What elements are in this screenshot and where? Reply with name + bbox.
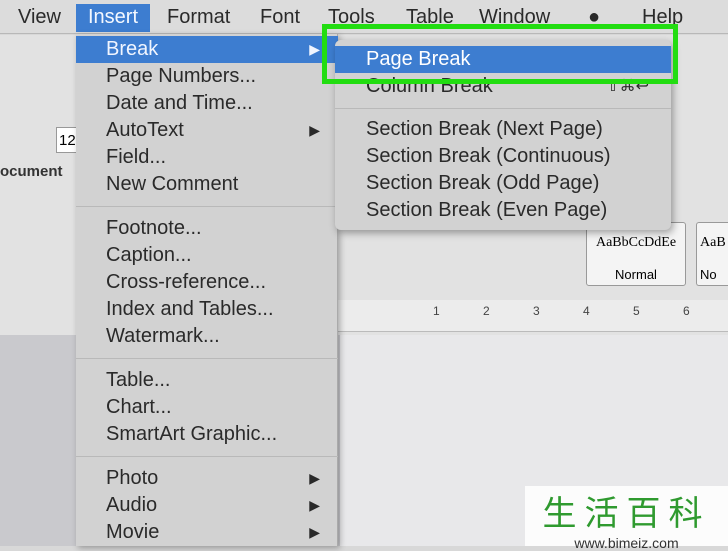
style-normal[interactable]: AaBbCcDdEe Normal — [586, 222, 686, 286]
menu-item-label: Date and Time... — [106, 92, 253, 114]
menu-item-chart[interactable]: Chart... — [76, 394, 338, 421]
submenu-item-label: Section Break (Continuous) — [366, 145, 611, 167]
menu-item-label: SmartArt Graphic... — [106, 423, 278, 445]
menu-item-field[interactable]: Field... — [76, 144, 338, 171]
menu-item-new-comment[interactable]: New Comment — [76, 171, 338, 198]
menu-item-break[interactable]: Break ▶ — [76, 36, 338, 63]
insert-menu: Break ▶ Page Numbers... Date and Time... Aut… — [76, 34, 338, 546]
submenu-item-section-break-even-page[interactable]: Section Break (Even Page) — [335, 197, 671, 224]
submenu-arrow-icon: ▶ — [309, 497, 320, 513]
menu-item-label: New Comment — [106, 173, 239, 195]
menu-item-label: AutoText — [106, 119, 184, 141]
ruler-tick-label: 3 — [533, 304, 540, 318]
menu-item-label: Cross-reference... — [106, 271, 267, 293]
menu-item-label: Caption... — [106, 244, 192, 266]
submenu-item-section-break-odd-page[interactable]: Section Break (Odd Page) — [335, 170, 671, 197]
menu-item-label: Watermark... — [106, 325, 220, 347]
menu-format[interactable]: Format — [155, 4, 242, 32]
menu-item-label: Index and Tables... — [106, 298, 274, 320]
menu-view[interactable]: View — [6, 4, 73, 32]
menu-item-page-numbers[interactable]: Page Numbers... — [76, 63, 338, 90]
menu-item-label: Field... — [106, 146, 167, 168]
menu-item-cross-reference[interactable]: Cross-reference... — [76, 269, 338, 296]
menu-item-movie[interactable]: Movie ▶ — [76, 519, 338, 546]
submenu-item-section-break-next-page[interactable]: Section Break (Next Page) — [335, 116, 671, 143]
submenu-arrow-icon: ▶ — [309, 524, 320, 540]
style-name: No — [700, 267, 717, 282]
submenu-item-label: Section Break (Odd Page) — [366, 172, 600, 194]
watermark-title: 生活百科 — [542, 495, 711, 533]
submenu-arrow-icon: ▶ — [309, 41, 320, 57]
sidebar-document-label: ocument — [0, 163, 63, 180]
ruler-tick-label: 5 — [633, 304, 640, 318]
menu-item-label: Footnote... — [106, 217, 202, 239]
menu-insert[interactable]: Insert — [76, 4, 151, 32]
ruler-tick-label: 6 — [683, 304, 690, 318]
menu-separator — [76, 206, 338, 207]
submenu-item-label: Section Break (Even Page) — [366, 199, 608, 221]
style-no-spacing[interactable]: AaB No — [696, 222, 728, 286]
menu-separator — [335, 108, 671, 109]
menu-item-label: Table... — [106, 369, 171, 391]
menu-item-smartart-graphic[interactable]: SmartArt Graphic... — [76, 421, 338, 448]
menu-item-index-and-tables[interactable]: Index and Tables... — [76, 296, 338, 323]
menu-font[interactable]: Font — [248, 4, 312, 32]
menu-item-label: Page Numbers... — [106, 65, 257, 87]
watermark-url: www.bimeiz.com — [574, 535, 679, 551]
menu-item-label: Chart... — [106, 396, 172, 418]
menu-item-autotext[interactable]: AutoText ▶ — [76, 117, 338, 144]
menu-item-label: Audio — [106, 494, 158, 516]
menu-item-watermark[interactable]: Watermark... — [76, 323, 338, 350]
style-preview: AaB — [700, 235, 726, 250]
menu-item-photo[interactable]: Photo ▶ — [76, 465, 338, 492]
submenu-item-section-break-continuous[interactable]: Section Break (Continuous) — [335, 143, 671, 170]
style-preview: AaBbCcDdEe — [595, 235, 677, 250]
menu-item-audio[interactable]: Audio ▶ — [76, 492, 338, 519]
menu-item-label: Break — [106, 38, 159, 60]
font-size-field[interactable]: 12 — [56, 127, 78, 153]
submenu-item-label: Section Break (Next Page) — [366, 118, 603, 140]
ruler-tick-label: 1 — [433, 304, 440, 318]
submenu-arrow-icon: ▶ — [309, 470, 320, 486]
submenu-arrow-icon: ▶ — [309, 122, 320, 138]
menu-item-table[interactable]: Table... — [76, 367, 338, 394]
menu-separator — [76, 456, 338, 457]
menu-item-label: Photo — [106, 467, 159, 489]
menu-item-label: Movie — [106, 521, 160, 543]
annotation-highlight-box — [322, 24, 678, 84]
watermark-logo: 生活百科 www.bimeiz.com — [525, 486, 728, 551]
menu-item-caption[interactable]: Caption... — [76, 242, 338, 269]
style-name: Normal — [615, 267, 657, 282]
menu-item-footnote[interactable]: Footnote... — [76, 215, 338, 242]
menu-separator — [76, 358, 338, 359]
ruler-tick-label: 4 — [583, 304, 590, 318]
ruler[interactable]: 1 2 3 4 5 6 — [330, 300, 728, 332]
ruler-tick-label: 2 — [483, 304, 490, 318]
menu-item-date-and-time[interactable]: Date and Time... — [76, 90, 338, 117]
